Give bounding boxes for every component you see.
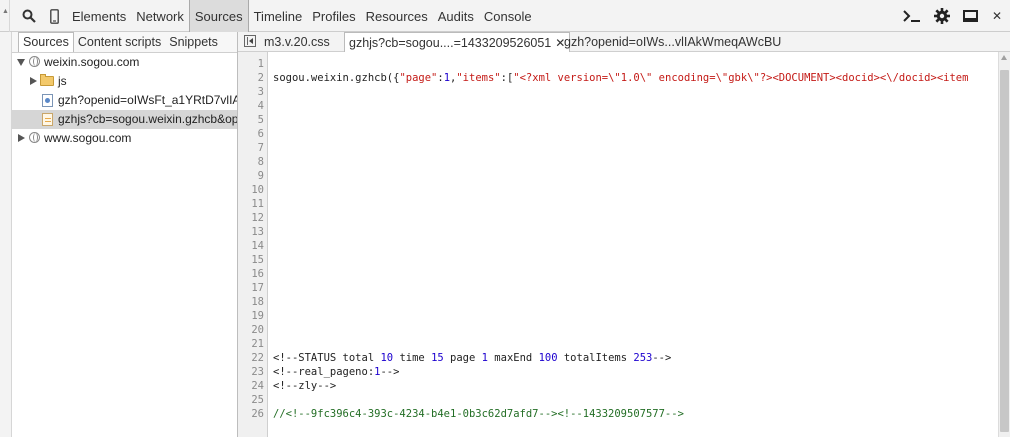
device-mode-icon[interactable] xyxy=(46,0,62,32)
dock-icon[interactable] xyxy=(961,0,981,32)
console-drawer-icon[interactable] xyxy=(901,0,923,32)
code-line-26: //<!--9fc396c4-393c-4234-b4e1-0b3c62d7af… xyxy=(273,408,684,420)
left-edge-strip xyxy=(0,32,12,437)
tab-audits[interactable]: Audits xyxy=(433,0,479,32)
tree-item-label: www.sogou.com xyxy=(44,131,132,145)
tab-timeline[interactable]: Timeline xyxy=(249,0,308,32)
line-number[interactable]: 3 xyxy=(238,85,264,99)
scroll-up-arrow-icon[interactable] xyxy=(1001,55,1007,60)
line-number[interactable]: 10 xyxy=(238,183,264,197)
code-line-2: sogou.weixin.gzhcb({"page":1,"items":["<… xyxy=(273,72,969,84)
line-number[interactable]: 20 xyxy=(238,323,264,337)
line-number[interactable]: 11 xyxy=(238,197,264,211)
editor-vertical-scrollbar[interactable] xyxy=(998,52,1010,437)
editor-tabs: m3.v.20.css gzhjs?cb=sogou....=143320952… xyxy=(238,32,1010,52)
line-number[interactable]: 24 xyxy=(238,379,264,393)
tab-sources[interactable]: Sources xyxy=(188,0,249,32)
line-number[interactable]: 7 xyxy=(238,141,264,155)
script-file-icon xyxy=(42,113,53,126)
tree-item-www-sogou[interactable]: www.sogou.com xyxy=(12,129,237,148)
line-number[interactable]: 22 xyxy=(238,351,264,365)
line-number[interactable]: 19 xyxy=(238,309,264,323)
tree-item-weixin-sogou[interactable]: weixin.sogou.com xyxy=(12,53,237,72)
expand-triangle-icon[interactable] xyxy=(17,59,25,66)
line-number[interactable]: 1 xyxy=(238,57,264,71)
globe-icon xyxy=(29,132,40,143)
line-number[interactable]: 21 xyxy=(238,337,264,351)
tree-item-label: gzh?openid=oIWsFt_a1YRtD7vlIAk xyxy=(58,93,237,107)
tab-elements[interactable]: Elements xyxy=(67,0,131,32)
line-number[interactable]: 13 xyxy=(238,225,264,239)
toggle-navigator-icon[interactable] xyxy=(244,35,256,47)
editor-tab-m3-css[interactable]: m3.v.20.css xyxy=(260,32,334,52)
devtools-toolbar: ▲ Elements Network Sources Timeline Prof… xyxy=(0,0,1010,32)
line-number[interactable]: 26 xyxy=(238,407,264,421)
search-icon[interactable] xyxy=(20,0,38,32)
navigator-tab-snippets[interactable]: Snippets xyxy=(165,33,222,52)
line-number[interactable]: 9 xyxy=(238,169,264,183)
navigator-tabs: Sources Content scripts Snippets xyxy=(12,32,237,53)
tree-item-gzhjs-script[interactable]: gzhjs?cb=sogou.weixin.gzhcb&op xyxy=(12,110,237,129)
collapse-triangle-icon[interactable] xyxy=(30,77,37,85)
line-number[interactable]: 5 xyxy=(238,113,264,127)
code-line-22: <!--STATUS total 10 time 15 page 1 maxEn… xyxy=(273,352,672,364)
file-tree: weixin.sogou.com js gzh?openid=oIWsFt_a1… xyxy=(12,53,237,148)
code-line-23: <!--real_pageno:1--> xyxy=(273,366,400,378)
line-number[interactable]: 17 xyxy=(238,281,264,295)
line-number[interactable]: 14 xyxy=(238,239,264,253)
line-number[interactable]: 15 xyxy=(238,253,264,267)
navigator-tab-content-scripts[interactable]: Content scripts xyxy=(74,33,165,52)
scrollbar-thumb[interactable] xyxy=(1000,70,1009,432)
editor-tab-label: gzh?openid=oIWs...vlIAkWmeqAWcBU xyxy=(564,35,782,49)
document-file-icon xyxy=(42,94,53,107)
editor-tab-gzhjs[interactable]: gzhjs?cb=sogou....=1433209526051 ✕ xyxy=(344,32,571,52)
line-number[interactable]: 4 xyxy=(238,99,264,113)
code-editor[interactable]: 1 2 3 4 5 6 7 8 9 10 11 12 13 14 15 16 17 18 19 20 21 22 23 24 2… xyxy=(238,52,998,437)
line-number[interactable]: 12 xyxy=(238,211,264,225)
tab-profiles[interactable]: Profiles xyxy=(307,0,360,32)
tree-item-gzh-document[interactable]: gzh?openid=oIWsFt_a1YRtD7vlIAk xyxy=(12,91,237,110)
gear-icon[interactable] xyxy=(931,0,953,32)
line-number[interactable]: 23 xyxy=(238,365,264,379)
line-number[interactable]: 25 xyxy=(238,393,264,407)
navigator-tab-sources[interactable]: Sources xyxy=(18,32,74,52)
code-line-24: <!--zly--> xyxy=(273,380,337,392)
line-number[interactable]: 8 xyxy=(238,155,264,169)
line-number[interactable]: 18 xyxy=(238,295,264,309)
panel-tabs: Elements Network Sources Timeline Profil… xyxy=(67,0,537,32)
collapse-triangle-icon[interactable] xyxy=(18,134,25,142)
line-number-gutter: 1 2 3 4 5 6 7 8 9 10 11 12 13 14 15 16 17 18 19 20 21 22 23 24 2… xyxy=(238,52,268,437)
editor-tab-gzh-openid[interactable]: gzh?openid=oIWs...vlIAkWmeqAWcBU xyxy=(560,32,785,52)
tree-item-label: weixin.sogou.com xyxy=(44,55,140,69)
globe-icon xyxy=(29,56,40,67)
editor-tab-label: gzhjs?cb=sogou....=1433209526051 xyxy=(349,36,552,50)
line-number[interactable]: 16 xyxy=(238,267,264,281)
tree-item-label: js xyxy=(58,74,67,88)
tab-resources[interactable]: Resources xyxy=(361,0,433,32)
line-number[interactable]: 6 xyxy=(238,127,264,141)
close-icon[interactable]: ✕ xyxy=(987,0,1007,32)
tree-item-js-folder[interactable]: js xyxy=(12,72,237,91)
tab-network[interactable]: Network xyxy=(131,0,189,32)
editor-tab-label: m3.v.20.css xyxy=(264,35,330,49)
line-number[interactable]: 2 xyxy=(238,71,264,85)
tab-console[interactable]: Console xyxy=(479,0,537,32)
toolbar-scroll-nub[interactable]: ▲ xyxy=(0,0,10,32)
tree-item-label: gzhjs?cb=sogou.weixin.gzhcb&op xyxy=(58,112,237,126)
folder-icon xyxy=(40,74,54,86)
sources-navigator: Sources Content scripts Snippets weixin.… xyxy=(12,32,238,437)
